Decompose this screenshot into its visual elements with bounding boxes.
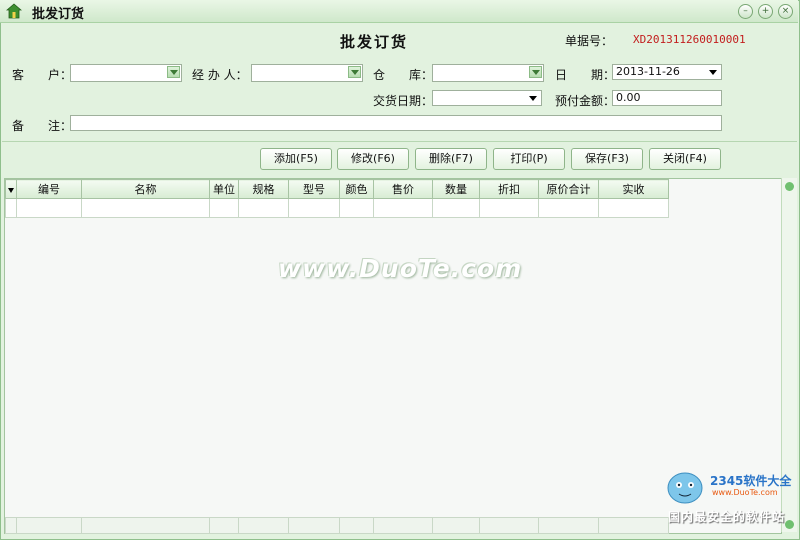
note-label: 备 注： [12,119,73,133]
table-cell[interactable] [598,198,669,218]
chevron-down-icon [8,187,14,193]
date-label: 日 期： [555,68,616,82]
grid-header-row: 编号 名称 单位 规格 型号 颜色 售价 数量 折扣 原价合计 实收 [5,179,669,199]
corner-url: www.DuoTe.com [712,488,778,497]
date-value: 2013-11-26 [616,65,680,78]
save-button[interactable]: 保存(F3) [571,148,643,170]
column-header[interactable]: 折扣 [479,179,539,199]
home-icon [6,3,22,19]
footer-cell [238,517,289,534]
column-header[interactable]: 实收 [598,179,669,199]
edit-button[interactable]: 修改(F6) [337,148,409,170]
corner-brand: 2345软件大全 [710,474,792,488]
prepay-value: 0.00 [616,91,641,104]
table-cell[interactable] [81,198,210,218]
minimize-icon[interactable]: – [738,4,753,19]
footer-cell [479,517,539,534]
chevron-down-icon [170,70,178,75]
handler-label: 经 办 人： [192,68,248,82]
date-picker[interactable]: 2013-11-26 [612,64,722,80]
watermark-text: www.DuoTe.com [278,254,523,283]
customer-label: 客 户： [12,68,73,82]
customer-combo[interactable] [70,64,182,82]
mascot-icon [667,472,703,504]
form-title: 批发订货 [340,33,409,51]
footer-cell [16,517,82,534]
summary-row [5,517,669,534]
column-header[interactable]: 名称 [81,179,210,199]
footer-cell [209,517,239,534]
delivery-date-picker[interactable] [432,90,542,106]
add-button[interactable]: 添加(F5) [260,148,332,170]
scroll-down-button[interactable] [785,520,794,529]
scroll-up-button[interactable] [785,182,794,191]
table-cell[interactable] [238,198,289,218]
corner-logo: 2345软件大全 www.DuoTe.com [660,468,791,511]
delivery-date-label: 交货日期： [373,94,434,108]
delete-button[interactable]: 删除(F7) [415,148,487,170]
dropdown-button[interactable] [348,66,361,78]
corner-slogan: 国内最安全的软件站 [668,510,786,524]
column-header[interactable]: 原价合计 [538,179,599,199]
chevron-down-icon[interactable] [529,96,537,101]
prepay-label: 预付金额： [555,94,616,108]
title-bar[interactable] [0,0,798,23]
table-cell[interactable] [432,198,480,218]
warehouse-combo[interactable] [432,64,544,82]
row-selector[interactable] [5,198,17,218]
table-cell[interactable] [538,198,599,218]
table-cell[interactable] [16,198,82,218]
chevron-down-icon[interactable] [709,70,717,75]
note-input[interactable] [70,115,722,131]
chevron-down-icon [351,70,359,75]
column-header[interactable]: 颜色 [339,179,374,199]
table-cell[interactable] [209,198,239,218]
footer-cell [432,517,480,534]
table-cell[interactable] [288,198,340,218]
row-selector-header[interactable] [5,179,17,199]
maximize-icon[interactable]: + [758,4,773,19]
doc-no-label: 单据号： [565,34,614,48]
window-title: 批发订货 [32,7,85,22]
divider [2,141,797,142]
table-cell[interactable] [373,198,433,218]
grid-table: 编号 名称 单位 规格 型号 颜色 售价 数量 折扣 原价合计 实收 [5,179,669,218]
footer-cell [5,517,17,534]
footer-cell [373,517,433,534]
table-row[interactable] [5,198,669,218]
footer-cell [288,517,340,534]
table-cell[interactable] [479,198,539,218]
column-header[interactable]: 编号 [16,179,82,199]
close-icon[interactable]: × [778,4,793,19]
doc-no-value: XD201311260010001 [633,33,746,46]
chevron-down-icon [532,70,540,75]
handler-combo[interactable] [251,64,363,82]
close-button[interactable]: 关闭(F4) [649,148,721,170]
footer-cell [339,517,374,534]
column-header[interactable]: 售价 [373,179,433,199]
footer-cell [81,517,210,534]
dropdown-button[interactable] [529,66,542,78]
dropdown-button[interactable] [167,66,180,78]
print-button[interactable]: 打印(P) [493,148,565,170]
table-cell[interactable] [339,198,374,218]
grid-footer [5,517,669,534]
warehouse-label: 仓 库： [373,68,434,82]
column-header[interactable]: 单位 [209,179,239,199]
column-header[interactable]: 规格 [238,179,289,199]
column-header[interactable]: 型号 [288,179,340,199]
column-header[interactable]: 数量 [432,179,480,199]
prepay-input[interactable]: 0.00 [612,90,722,106]
footer-cell [538,517,599,534]
footer-cell [598,517,669,534]
